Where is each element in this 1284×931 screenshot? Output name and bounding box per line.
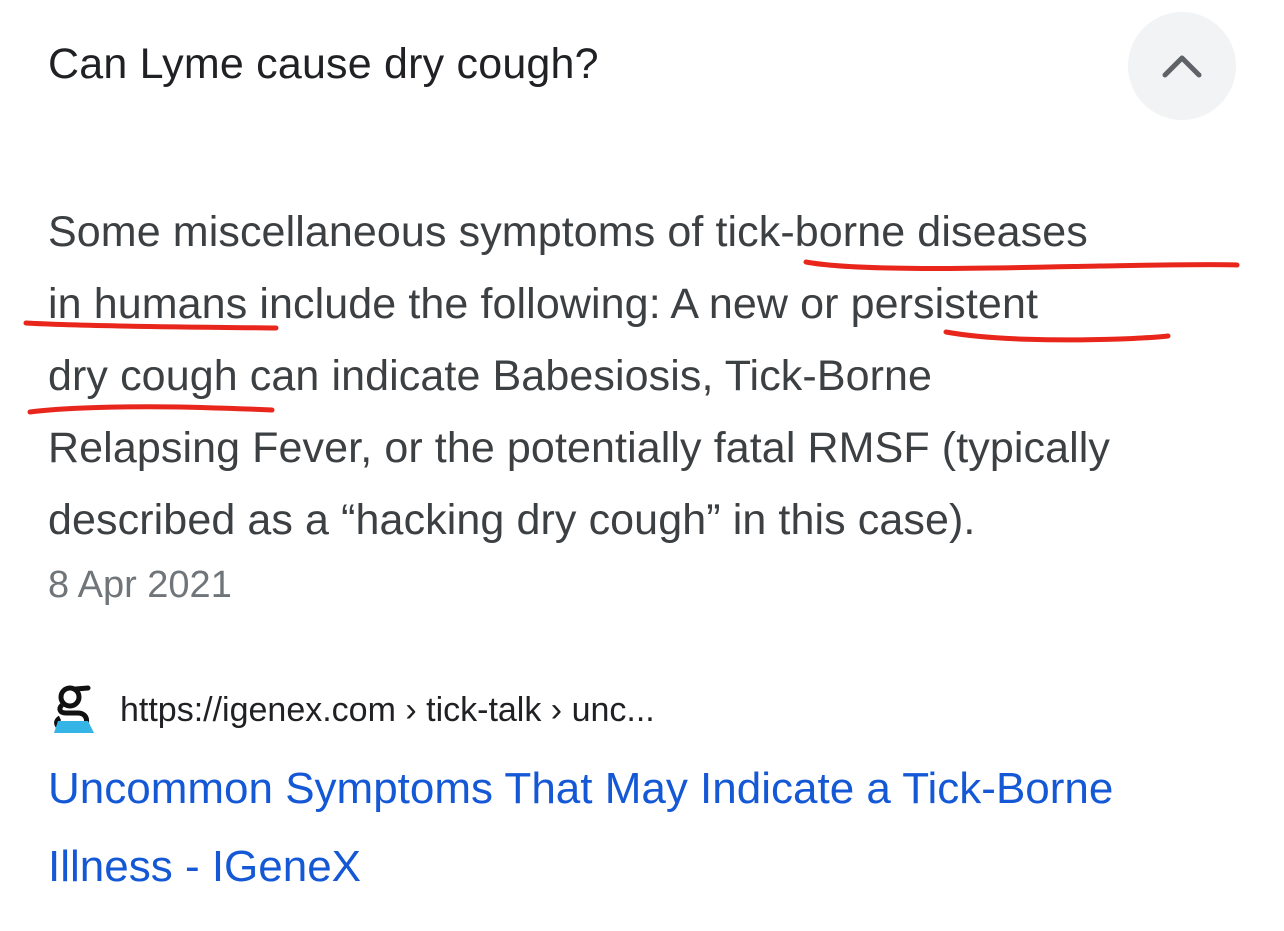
question-header[interactable]: Can Lyme cause dry cough?: [48, 12, 1236, 120]
chevron-up-icon: [1162, 55, 1202, 78]
result-title-line[interactable]: Illness - IGeneX: [48, 828, 1258, 906]
collapse-button[interactable]: [1128, 12, 1236, 120]
answer-text: Some miscellaneous symptoms of tick-born…: [48, 196, 1248, 556]
result-title-line[interactable]: Uncommon Symptoms That May Indicate a Ti…: [48, 750, 1258, 828]
result-title-link[interactable]: Uncommon Symptoms That May Indicate a Ti…: [48, 750, 1258, 906]
faq-card: Can Lyme cause dry cough? Some miscellan…: [0, 0, 1284, 931]
answer-line: Some miscellaneous symptoms of tick-born…: [48, 208, 1088, 256]
answer-line: Relapsing Fever, or the potentially fata…: [48, 424, 1111, 472]
source-row[interactable]: https://igenex.com › tick-talk › unc...: [48, 682, 655, 738]
answer-date: 8 Apr 2021: [48, 564, 232, 606]
igenex-favicon-icon: [54, 685, 94, 733]
source-url[interactable]: https://igenex.com › tick-talk › unc...: [120, 691, 655, 730]
question-title[interactable]: Can Lyme cause dry cough?: [48, 40, 599, 89]
answer-line: in humans include the following: A new o…: [48, 280, 1039, 328]
answer-line: described as a “hacking dry cough” in th…: [48, 496, 976, 544]
answer-line: dry cough can indicate Babesiosis, Tick-…: [48, 352, 933, 400]
